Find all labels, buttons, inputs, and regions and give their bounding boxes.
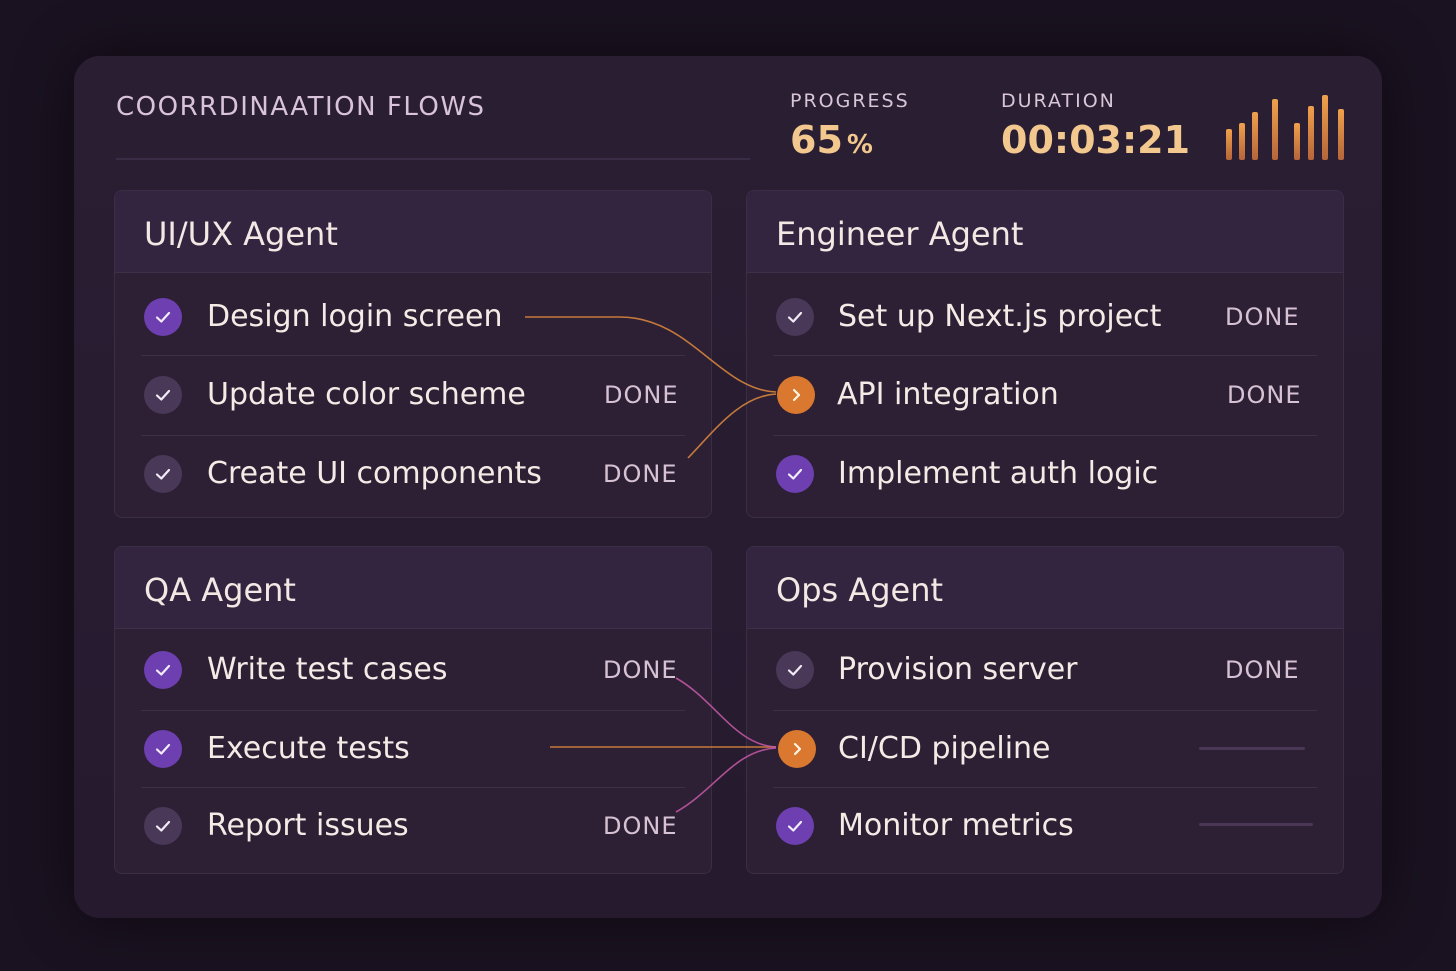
card-header: Ops Agent — [747, 547, 1343, 629]
progress-value: 65% — [790, 118, 873, 162]
activity-bar — [1308, 106, 1314, 160]
activity-bar — [1272, 99, 1278, 160]
card-title: QA Agent — [144, 571, 296, 609]
row-divider — [773, 435, 1317, 436]
task-label: Set up Next.js project — [838, 299, 1162, 334]
progress-unit: % — [846, 130, 873, 160]
check-icon[interactable] — [144, 376, 182, 414]
status-badge: DONE — [1225, 656, 1300, 684]
task-label: Report issues — [207, 808, 409, 843]
activity-bar — [1252, 112, 1258, 160]
pending-placeholder — [1199, 747, 1305, 750]
task-label: Write test cases — [207, 652, 448, 687]
task-label: Create UI components — [207, 456, 542, 491]
agent-card-ops: Ops Agent Provision server DONE CI/CD pi… — [746, 546, 1344, 874]
card-header: UI/UX Agent — [115, 191, 711, 273]
task-label: API integration — [837, 377, 1059, 412]
status-badge: DONE — [604, 381, 679, 409]
activity-bar — [1338, 109, 1344, 160]
row-divider — [141, 435, 685, 436]
chevron-right-icon[interactable] — [778, 730, 816, 768]
row-divider — [141, 710, 685, 711]
agent-card-qa: QA Agent Write test cases DONE Execute t… — [114, 546, 712, 874]
card-header: Engineer Agent — [747, 191, 1343, 273]
pending-placeholder — [1199, 823, 1313, 826]
row-divider — [773, 710, 1317, 711]
card-title: UI/UX Agent — [144, 215, 338, 253]
check-icon[interactable] — [776, 455, 814, 493]
check-icon[interactable] — [776, 807, 814, 845]
check-icon[interactable] — [144, 651, 182, 689]
task-label: Provision server — [838, 652, 1078, 687]
row-divider — [141, 355, 685, 356]
check-icon[interactable] — [144, 298, 182, 336]
agent-card-engineer: Engineer Agent Set up Next.js project DO… — [746, 190, 1344, 518]
row-divider — [141, 787, 685, 788]
card-header: QA Agent — [115, 547, 711, 629]
task-label: Monitor metrics — [838, 808, 1074, 843]
row-divider — [773, 787, 1317, 788]
chevron-right-icon[interactable] — [777, 376, 815, 414]
title-divider — [116, 158, 750, 160]
check-icon[interactable] — [776, 298, 814, 336]
activity-bar — [1294, 123, 1300, 160]
check-icon[interactable] — [776, 651, 814, 689]
status-badge: DONE — [1227, 381, 1302, 409]
card-title: Ops Agent — [776, 571, 944, 609]
status-badge: DONE — [603, 656, 678, 684]
activity-bar — [1322, 95, 1328, 160]
check-icon[interactable] — [144, 455, 182, 493]
progress-label: PROGRESS — [790, 90, 910, 112]
progress-number: 65 — [790, 118, 843, 162]
page-title: COORRDINAATION FLOWS — [116, 92, 486, 122]
duration-value: 00:03:21 — [1001, 118, 1191, 162]
status-badge: DONE — [1225, 303, 1300, 331]
task-label: CI/CD pipeline — [838, 731, 1051, 766]
card-title: Engineer Agent — [776, 215, 1024, 253]
activity-bar — [1239, 123, 1245, 160]
activity-bar — [1226, 129, 1232, 160]
task-label: Execute tests — [207, 731, 410, 766]
status-badge: DONE — [603, 460, 678, 488]
agent-card-uiux: UI/UX Agent Design login screen Update c… — [114, 190, 712, 518]
task-label: Design login screen — [207, 299, 503, 334]
row-divider — [773, 355, 1317, 356]
check-icon[interactable] — [144, 807, 182, 845]
check-icon[interactable] — [144, 730, 182, 768]
task-label: Implement auth logic — [838, 456, 1159, 491]
task-label: Update color scheme — [207, 377, 526, 412]
status-badge: DONE — [603, 812, 678, 840]
activity-chart — [1222, 90, 1348, 160]
duration-label: DURATION — [1001, 90, 1116, 112]
